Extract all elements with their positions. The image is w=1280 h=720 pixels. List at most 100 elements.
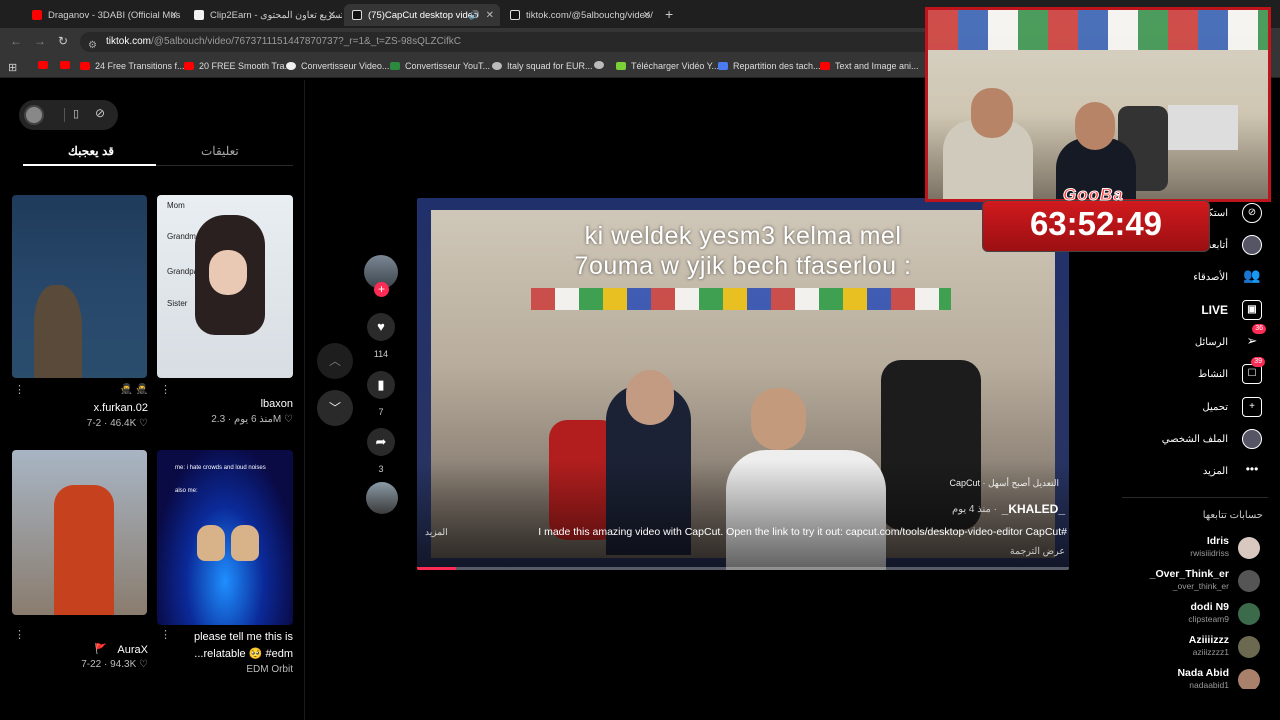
video-flags xyxy=(531,288,951,310)
more-icon[interactable]: ⋮ xyxy=(14,383,25,396)
close-icon[interactable]: ✕ xyxy=(328,10,336,21)
share-count: 3 xyxy=(378,464,384,474)
thumbnail-caption: also me: xyxy=(175,488,198,494)
nav-activity[interactable]: النشاط ☐ 39 xyxy=(1198,357,1265,384)
see-more-link[interactable]: المزيد xyxy=(425,527,448,538)
video-progress-bar[interactable] xyxy=(417,567,1069,570)
back-icon[interactable]: ← xyxy=(10,34,22,48)
compass-icon: ⊘ xyxy=(1242,203,1262,223)
compass-icon[interactable]: ⊘ xyxy=(95,106,105,120)
share-button[interactable]: ➦ xyxy=(367,428,395,456)
close-icon[interactable]: ✕ xyxy=(486,10,494,21)
browser-tab[interactable]: Clip2Earn - تسريع تعاون المحتوى ✕ xyxy=(186,4,342,26)
bookmark-item[interactable] xyxy=(60,61,75,69)
bookmark-item[interactable] xyxy=(38,61,53,69)
following-account[interactable]: Aziiiizzz aziiizzzz1 xyxy=(1120,634,1260,660)
site-icon xyxy=(194,10,204,20)
live-icon: ▣ xyxy=(1242,300,1262,320)
speaker-icon[interactable]: 🔊 xyxy=(469,10,480,21)
bookmark-item[interactable]: Italy squad for EUR... xyxy=(492,61,593,71)
bookmark-item[interactable]: Text and Image ani... xyxy=(820,61,919,71)
globe-icon xyxy=(594,61,604,69)
following-account[interactable]: dodi N9 clipsteam9 xyxy=(1120,601,1260,627)
video-player[interactable]: ki weldek yesm3 kelma mel 7ouma w yjik b… xyxy=(417,198,1069,570)
like-button[interactable]: ♥ xyxy=(367,313,395,341)
video-title[interactable]: please tell me this is xyxy=(194,631,293,643)
share-icon: ➦ xyxy=(375,434,387,449)
nav-following[interactable]: أتابعه xyxy=(1206,235,1262,255)
thumbnail-caption: me: i hate crowds and loud noises xyxy=(175,465,266,471)
video-title[interactable]: ...relatable 🥺 #edm xyxy=(194,647,293,660)
bookmark-item[interactable]: Repartition des tach... xyxy=(718,61,821,71)
bookmark-item[interactable] xyxy=(594,61,609,69)
video-author[interactable]: EDM Orbit xyxy=(246,664,293,675)
translate-link[interactable]: عرض الترجمة xyxy=(1010,546,1065,557)
video-author[interactable]: _KHALED_ xyxy=(1002,502,1065,516)
video-thumbnail[interactable] xyxy=(12,450,147,615)
bookmark-item[interactable]: Convertisseur Video... xyxy=(286,61,389,71)
site-icon xyxy=(390,62,400,70)
next-video-button[interactable]: ﹀ xyxy=(317,390,353,426)
nav-friends[interactable]: الأصدقاء 👥 xyxy=(1193,267,1262,287)
friends-icon: 👥 xyxy=(1243,267,1261,283)
account-username: rwisiiidriss xyxy=(1190,548,1229,558)
nav-profile[interactable]: الملف الشخصي xyxy=(1162,429,1262,449)
plus-icon: + xyxy=(1242,397,1262,417)
capcut-tag[interactable]: CapCut · التعديل أصبح أسهل xyxy=(949,478,1059,489)
video-thumbnail[interactable] xyxy=(12,195,147,378)
browser-tab[interactable]: Draganov - 3DABI (Official Mus ✕ xyxy=(24,4,184,26)
nav-messages[interactable]: الرسائل ➢ 36 xyxy=(1195,324,1266,352)
panel-tabs: تعليقات قد يعجبك xyxy=(23,138,293,166)
video-thumbnail[interactable]: me: i hate crowds and loud noises also m… xyxy=(157,450,293,625)
bookmark-item[interactable]: 24 Free Transitions f... xyxy=(80,61,185,71)
more-icon[interactable]: ⋮ xyxy=(160,628,171,641)
save-button[interactable]: ▮ xyxy=(367,371,395,399)
following-account[interactable]: Idris rwisiiidriss xyxy=(1120,535,1260,561)
video-description: I made this amazing video with CapCut. O… xyxy=(538,526,1067,538)
tab-for-you[interactable]: قد يعجبك xyxy=(68,144,114,158)
previous-video-button[interactable]: ︿ xyxy=(317,343,353,379)
following-account[interactable]: _Over_Think_er _over_think_er xyxy=(1120,568,1260,594)
video-author[interactable]: lbaxon xyxy=(261,398,293,410)
thumbnail-rock xyxy=(34,285,82,378)
forward-icon[interactable]: → xyxy=(34,34,46,48)
tab-comments[interactable]: تعليقات xyxy=(201,144,239,158)
bookmark-item[interactable]: 20 FREE Smooth Tra... xyxy=(184,61,292,71)
account-username: _over_think_er xyxy=(1172,581,1229,591)
save-count: 7 xyxy=(378,407,384,417)
video-caption: 7ouma w yjik bech tfaserlou : xyxy=(574,252,912,280)
new-tab-button[interactable]: + xyxy=(665,6,673,22)
tab-title: Draganov - 3DABI (Official Mus xyxy=(48,9,181,21)
nav-more[interactable]: المزيد ••• xyxy=(1203,461,1262,481)
video-author[interactable]: AuraX xyxy=(117,644,148,656)
bookmark-item[interactable]: Télécharger Vidéo Y... xyxy=(616,61,719,71)
apps-grid-icon[interactable]: ⊞ xyxy=(8,61,17,74)
bookmark-item[interactable]: Convertisseur YouT... xyxy=(390,61,490,71)
video-author[interactable]: x.furkan.02 xyxy=(94,402,148,414)
bookmark-icon: ▮ xyxy=(377,377,385,392)
globe-icon xyxy=(492,62,502,70)
more-icon[interactable]: ⋮ xyxy=(14,628,25,641)
chevron-up-icon: ︿ xyxy=(328,354,341,368)
thumbnail-cat xyxy=(231,525,259,561)
webcam-person-head xyxy=(1075,102,1115,150)
site-info-icon[interactable]: ⚙ xyxy=(88,36,97,56)
follow-button[interactable]: + xyxy=(374,282,389,297)
close-icon[interactable]: ✕ xyxy=(643,10,651,21)
avatar xyxy=(1242,235,1262,255)
close-icon[interactable]: ✕ xyxy=(170,10,178,21)
nav-live[interactable]: LIVE ▣ xyxy=(1201,300,1262,320)
nav-upload[interactable]: تحميل + xyxy=(1202,397,1262,417)
more-icon[interactable]: ⋮ xyxy=(160,383,171,396)
phone-icon[interactable]: ▯ xyxy=(73,107,79,120)
browser-tab[interactable]: tiktok.com/@5albouchg/video/ ✕ xyxy=(502,4,657,26)
avatar xyxy=(1242,429,1262,449)
avatar[interactable] xyxy=(24,105,44,125)
url-input[interactable]: ⚙ tiktok.com/@5albouch/video/76737111514… xyxy=(80,32,980,52)
reload-icon[interactable]: ↻ xyxy=(58,34,68,48)
video-thumbnail[interactable]: Mom Grandma Grandpa Sister xyxy=(157,195,293,378)
sound-avatar[interactable] xyxy=(366,482,398,514)
browser-tab-active[interactable]: (75)CapCut desktop video 🔊 ✕ xyxy=(344,4,500,26)
following-account[interactable]: Nada Abid nadaabid1 xyxy=(1120,667,1260,689)
chevron-down-icon: ﹀ xyxy=(328,401,341,415)
